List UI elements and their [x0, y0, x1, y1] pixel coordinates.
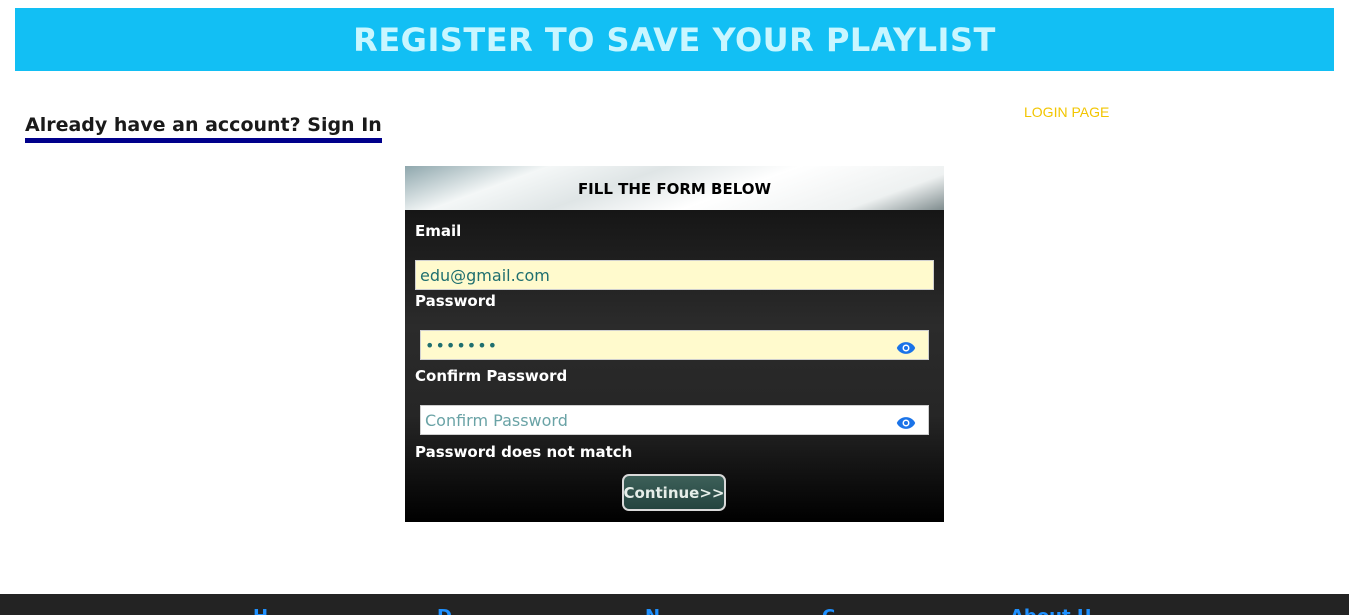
footer-nav: H D N C About U [0, 594, 1349, 615]
registration-form: FILL THE FORM BELOW Email edu@gmail.com … [405, 166, 944, 522]
footer-nav-item[interactable]: About U [1010, 606, 1091, 615]
email-value: edu@gmail.com [420, 265, 550, 285]
password-value: ••••••• [425, 335, 499, 355]
eye-icon[interactable] [896, 416, 916, 430]
footer-nav-item[interactable]: D [437, 606, 452, 615]
confirm-password-label: Confirm Password [415, 367, 568, 385]
password-label: Password [415, 292, 496, 310]
confirm-password-placeholder: Confirm Password [425, 410, 568, 430]
confirm-password-field[interactable]: Confirm Password [420, 405, 929, 435]
continue-button[interactable]: Continue>> [622, 474, 726, 511]
page-title: REGISTER TO SAVE YOUR PLAYLIST [353, 20, 996, 59]
footer-nav-item[interactable]: N [645, 606, 660, 615]
password-mismatch-error: Password does not match [415, 443, 633, 461]
footer-nav-item[interactable]: C [822, 606, 835, 615]
form-header: FILL THE FORM BELOW [405, 166, 944, 210]
form-title: FILL THE FORM BELOW [577, 180, 772, 198]
email-field[interactable]: edu@gmail.com [415, 260, 934, 290]
email-label: Email [415, 222, 462, 240]
footer-nav-item[interactable]: H [253, 606, 268, 615]
page-header-banner: REGISTER TO SAVE YOUR PLAYLIST [15, 8, 1334, 71]
password-field[interactable]: ••••••• [420, 330, 929, 360]
eye-icon[interactable] [896, 341, 916, 355]
sign-in-link[interactable]: Already have an account? Sign In [25, 114, 382, 143]
login-page-link[interactable]: LOGIN PAGE [1024, 104, 1109, 120]
